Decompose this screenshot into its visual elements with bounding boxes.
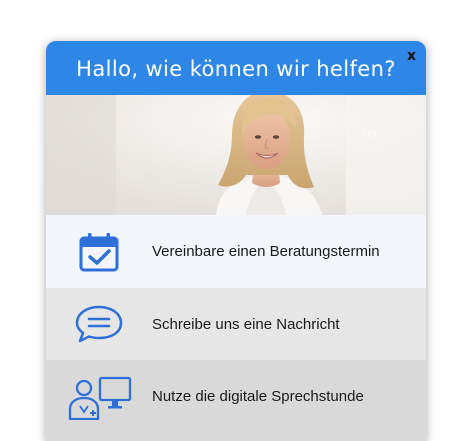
option-video-consultation[interactable]: Nutze die digitale Sprechstunde [46, 360, 426, 441]
option-appointment-label: Vereinbare einen Beratungstermin [152, 243, 380, 260]
video-consultation-icon [46, 360, 152, 420]
chat-bubble-icon [46, 304, 152, 344]
hero-image: fury [46, 95, 426, 215]
portrait-photo: fury [46, 95, 426, 215]
option-message-label: Schreibe uns eine Nachricht [152, 315, 340, 333]
hero-watermark: fury [362, 127, 378, 137]
widget-title: Hallo, wie können wir helfen? [76, 57, 396, 81]
calendar-check-icon [46, 231, 152, 273]
option-message[interactable]: Schreibe uns eine Nachricht [46, 288, 426, 360]
help-widget: Hallo, wie können wir helfen? x fury Ver… [46, 41, 426, 441]
close-button[interactable]: x [407, 49, 416, 63]
option-video-consultation-label: Nutze die digitale Sprechstunde [152, 388, 364, 405]
widget-header: Hallo, wie können wir helfen? x [46, 41, 426, 95]
option-appointment[interactable]: Vereinbare einen Beratungstermin [46, 215, 426, 288]
